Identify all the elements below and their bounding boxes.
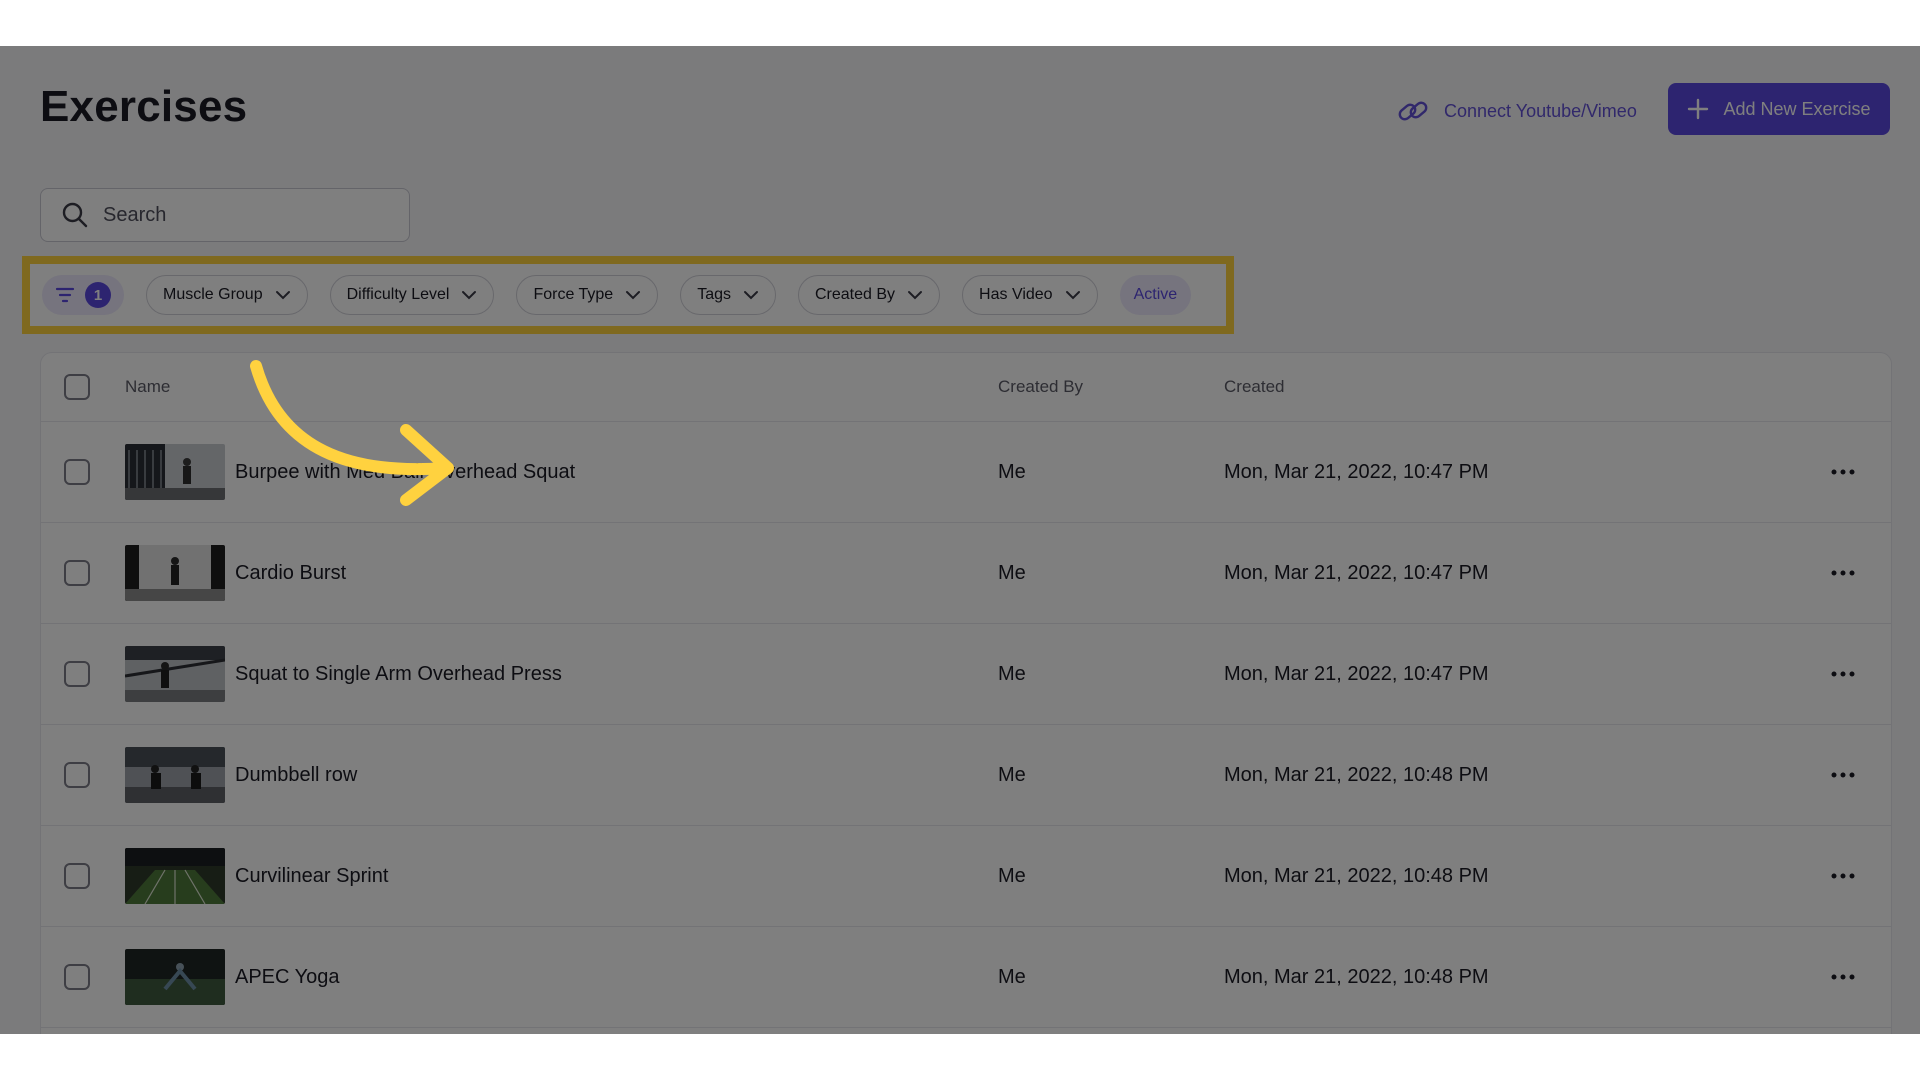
active-filter-count-badge: 1 — [85, 282, 111, 308]
column-header-created[interactable]: Created — [1224, 377, 1284, 397]
filter-chip-created-by[interactable]: Created By — [798, 275, 941, 315]
filter-chip-muscle-group[interactable]: Muscle Group — [146, 275, 308, 315]
search-box[interactable] — [40, 188, 410, 242]
row-checkbox[interactable] — [64, 863, 90, 889]
filter-toggle-button[interactable]: 1 — [42, 275, 124, 315]
exercise-thumbnail[interactable] — [125, 444, 225, 500]
add-new-exercise-label: Add New Exercise — [1723, 98, 1871, 119]
chip-label: Force Type — [533, 286, 614, 303]
filter-chip-force-type[interactable]: Force Type — [516, 275, 659, 315]
chip-label: Tags — [697, 286, 731, 303]
created-date-value: Mon, Mar 21, 2022, 10:48 PM — [1224, 864, 1489, 887]
exercise-thumbnail[interactable] — [125, 949, 225, 1005]
row-checkbox[interactable] — [64, 964, 90, 990]
created-by-value: Me — [998, 662, 1026, 685]
more-icon — [1831, 570, 1855, 576]
table-row[interactable]: Burpee with Med Ball Overhead Squat Me M… — [41, 422, 1891, 523]
page-title: Exercises — [40, 82, 248, 131]
table-row[interactable]: APEC Yoga Me Mon, Mar 21, 2022, 10:48 PM — [41, 927, 1891, 1028]
row-more-button[interactable] — [1829, 761, 1857, 789]
row-more-button[interactable] — [1829, 458, 1857, 486]
chip-label: Created By — [815, 286, 896, 303]
exercises-table: Name Created By Created Burpee with Med … — [40, 352, 1892, 1034]
search-icon — [62, 202, 88, 228]
filter-chip-active[interactable]: Active — [1119, 275, 1192, 315]
chevron-down-icon — [744, 291, 758, 300]
chip-label: Has Video — [979, 286, 1053, 303]
exercise-name[interactable]: Curvilinear Sprint — [235, 865, 388, 888]
created-by-value: Me — [998, 864, 1026, 887]
chevron-down-icon — [462, 291, 477, 300]
table-row[interactable]: Cardio Burst Me Mon, Mar 21, 2022, 10:47… — [41, 523, 1891, 624]
column-header-name[interactable]: Name — [125, 377, 170, 397]
row-more-button[interactable] — [1829, 862, 1857, 890]
created-date-value: Mon, Mar 21, 2022, 10:47 PM — [1224, 561, 1489, 584]
table-row[interactable]: Dumbbell row Me Mon, Mar 21, 2022, 10:48… — [41, 725, 1891, 826]
more-icon — [1831, 873, 1855, 879]
filter-chip-has-video[interactable]: Has Video — [962, 275, 1098, 315]
app-window: Exercises Connect Youtube/Vimeo Add New … — [0, 46, 1920, 1034]
created-by-value: Me — [998, 561, 1026, 584]
more-icon — [1831, 772, 1855, 778]
chevron-down-icon — [275, 291, 290, 300]
exercise-name[interactable]: APEC Yoga — [235, 966, 340, 989]
track-thumbnail-image — [125, 848, 225, 904]
row-more-button[interactable] — [1829, 660, 1857, 688]
created-by-value: Me — [998, 763, 1026, 786]
row-checkbox[interactable] — [64, 560, 90, 586]
created-by-value: Me — [998, 460, 1026, 483]
gym-thumbnail-image — [125, 747, 225, 803]
table-row[interactable]: Squat to Single Arm Overhead Press Me Mo… — [41, 624, 1891, 725]
chevron-down-icon — [1065, 291, 1080, 300]
gym-thumbnail-image — [125, 444, 225, 500]
exercise-thumbnail[interactable] — [125, 545, 225, 601]
plus-icon — [1688, 98, 1709, 120]
filter-bar: 1 Muscle Group Difficulty Level Force Ty… — [22, 256, 1234, 334]
row-more-button[interactable] — [1829, 963, 1857, 991]
more-icon — [1831, 469, 1855, 475]
gym-thumbnail-image — [125, 545, 225, 601]
table-header: Name Created By Created — [41, 353, 1891, 422]
filter-icon — [55, 287, 75, 303]
chevron-down-icon — [626, 291, 641, 300]
exercise-name[interactable]: Squat to Single Arm Overhead Press — [235, 663, 562, 686]
connect-label: Connect Youtube/Vimeo — [1444, 100, 1637, 121]
column-header-created-by[interactable]: Created By — [998, 377, 1083, 397]
created-date-value: Mon, Mar 21, 2022, 10:48 PM — [1224, 763, 1489, 786]
created-by-value: Me — [998, 965, 1026, 988]
link-icon — [1398, 101, 1428, 121]
table-row[interactable]: Curvilinear Sprint Me Mon, Mar 21, 2022,… — [41, 826, 1891, 927]
chip-label: Muscle Group — [163, 286, 263, 303]
exercise-name[interactable]: Burpee with Med Ball Overhead Squat — [235, 461, 575, 484]
exercise-thumbnail[interactable] — [125, 646, 225, 702]
created-date-value: Mon, Mar 21, 2022, 10:48 PM — [1224, 965, 1489, 988]
yoga-thumbnail-image — [125, 949, 225, 1005]
connect-youtube-vimeo-link[interactable]: Connect Youtube/Vimeo — [1396, 94, 1637, 128]
exercise-thumbnail[interactable] — [125, 848, 225, 904]
row-checkbox[interactable] — [64, 459, 90, 485]
search-input[interactable] — [101, 202, 385, 228]
exercise-name[interactable]: Cardio Burst — [235, 562, 346, 585]
select-all-checkbox[interactable] — [64, 374, 90, 400]
row-checkbox[interactable] — [64, 762, 90, 788]
more-icon — [1831, 974, 1855, 980]
exercise-name[interactable]: Dumbbell row — [235, 764, 357, 787]
row-more-button[interactable] — [1829, 559, 1857, 587]
gym-thumbnail-image — [125, 646, 225, 702]
filter-chip-tags[interactable]: Tags — [680, 275, 776, 315]
created-date-value: Mon, Mar 21, 2022, 10:47 PM — [1224, 460, 1489, 483]
row-checkbox[interactable] — [64, 661, 90, 687]
filter-chip-difficulty-level[interactable]: Difficulty Level — [329, 275, 495, 315]
exercise-thumbnail[interactable] — [125, 747, 225, 803]
chevron-down-icon — [908, 291, 923, 300]
more-icon — [1831, 671, 1855, 677]
add-new-exercise-button[interactable]: Add New Exercise — [1668, 83, 1890, 135]
created-date-value: Mon, Mar 21, 2022, 10:47 PM — [1224, 662, 1489, 685]
chip-label: Difficulty Level — [346, 286, 450, 303]
